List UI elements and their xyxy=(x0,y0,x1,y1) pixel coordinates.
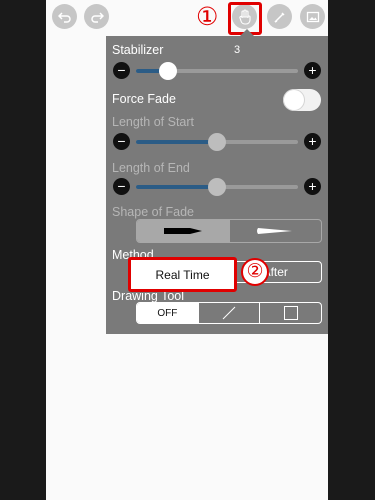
slider-track xyxy=(136,133,298,151)
plus-icon[interactable]: + xyxy=(304,62,321,79)
plus-icon[interactable]: + xyxy=(304,178,321,195)
redo-button[interactable] xyxy=(84,4,109,29)
minus-icon[interactable]: − xyxy=(113,62,130,79)
minus-icon[interactable]: − xyxy=(113,178,130,195)
highlighted-real-time-label: Real Time xyxy=(155,267,210,282)
plus-icon[interactable]: + xyxy=(304,133,321,150)
line-icon xyxy=(222,306,236,320)
stabilizer-label: Stabilizer xyxy=(112,43,164,57)
undo-icon xyxy=(57,11,71,23)
rectangle-icon xyxy=(283,306,298,320)
drawing-tool-rectangle[interactable] xyxy=(259,303,321,323)
drawing-tool-off[interactable]: OFF xyxy=(137,303,198,323)
slider-fill xyxy=(136,140,217,144)
redo-icon xyxy=(90,11,104,23)
length-of-start-slider[interactable]: − + xyxy=(112,133,322,153)
image-icon xyxy=(306,11,319,22)
slider-track xyxy=(136,178,298,196)
highlight-box-2[interactable]: Real Time xyxy=(128,257,237,292)
pencil-icon xyxy=(273,11,285,23)
length-of-end-slider[interactable]: − + xyxy=(112,178,322,198)
panel-pointer xyxy=(240,29,254,36)
force-fade-label: Force Fade xyxy=(112,92,176,106)
fade-shape-taper-icon xyxy=(257,228,293,234)
slider-track xyxy=(136,62,298,80)
drawing-tool-line[interactable] xyxy=(197,303,260,323)
shape-of-fade-label: Shape of Fade xyxy=(112,205,195,219)
drawing-tool-segmented[interactable]: OFF xyxy=(136,302,322,324)
fade-shape-option-1[interactable] xyxy=(137,220,229,242)
force-fade-toggle[interactable] xyxy=(283,89,321,111)
slider-thumb[interactable] xyxy=(208,133,226,151)
image-tool-button[interactable] xyxy=(300,4,325,29)
shape-of-fade-segmented[interactable] xyxy=(136,219,322,243)
toggle-knob xyxy=(284,90,304,110)
minus-icon[interactable]: − xyxy=(113,133,130,150)
callout-number-2: ② xyxy=(241,258,269,286)
slider-thumb[interactable] xyxy=(208,178,226,196)
slider-thumb[interactable] xyxy=(159,62,178,80)
stabilizer-value: 3 xyxy=(234,44,241,56)
fade-shape-bullet-icon xyxy=(163,228,202,234)
callout-number-1: ① xyxy=(196,3,219,31)
stabilizer-slider[interactable]: − + xyxy=(112,62,322,82)
length-of-end-label: Length of End xyxy=(112,161,190,175)
length-of-start-label: Length of Start xyxy=(112,115,195,129)
fade-shape-option-2[interactable] xyxy=(228,220,322,242)
slider-fill xyxy=(136,185,217,189)
pencil-tool-button[interactable] xyxy=(267,4,292,29)
undo-button[interactable] xyxy=(52,4,77,29)
